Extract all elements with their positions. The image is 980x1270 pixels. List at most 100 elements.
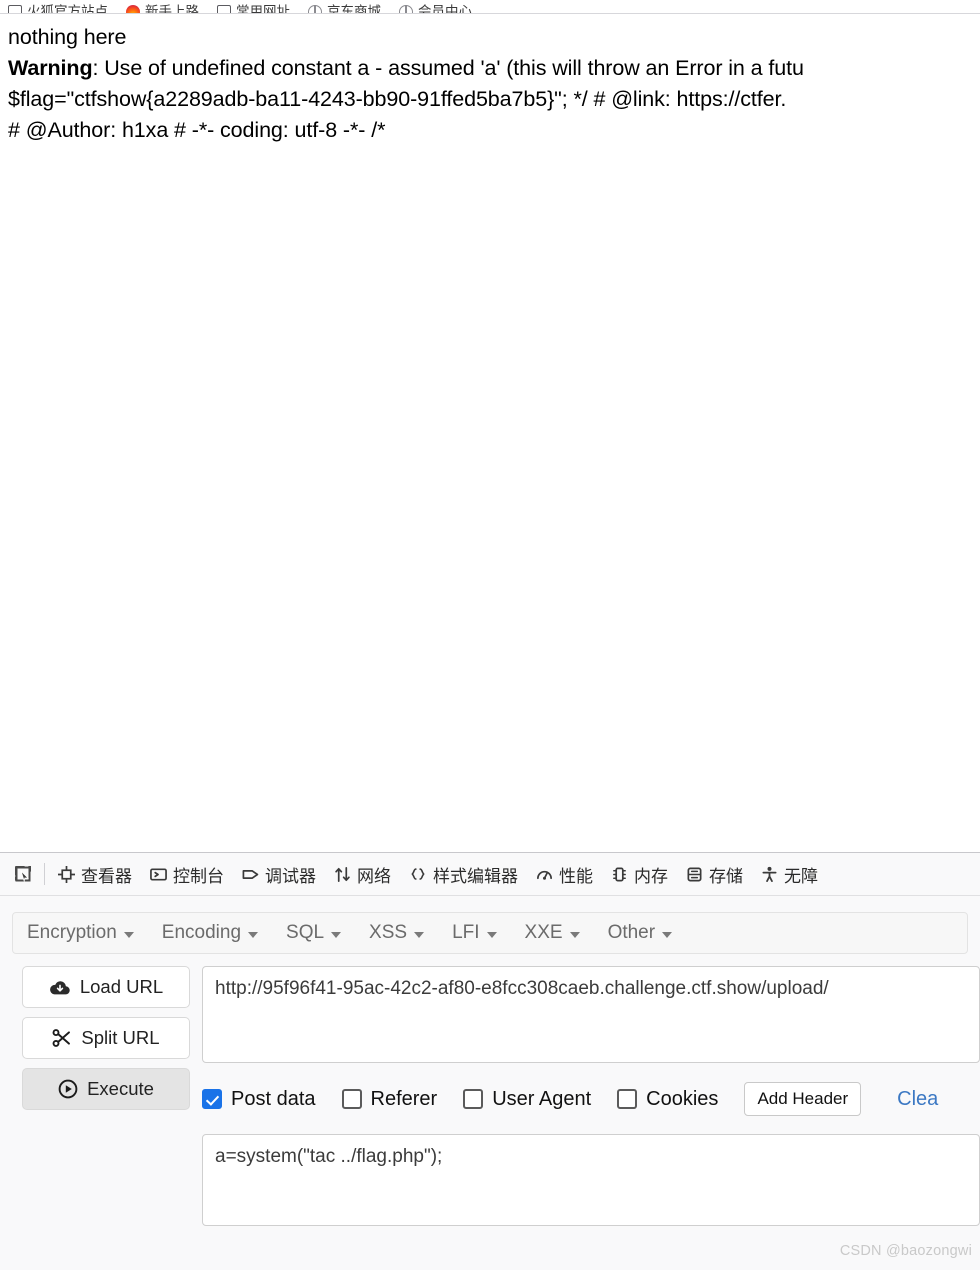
tab-storage[interactable]: 存储: [677, 857, 752, 891]
menu-label: Encryption: [27, 922, 117, 943]
bookmark-item[interactable]: 新手上路: [126, 4, 199, 14]
tab-network[interactable]: 网络: [325, 857, 400, 891]
tab-style-editor[interactable]: 样式编辑器: [400, 857, 527, 891]
hackbar-options-row: Post data Referer User Agent Cookies Add…: [202, 1082, 980, 1116]
firefox-icon: [126, 5, 140, 13]
accessibility-icon: [762, 866, 777, 882]
output-line-warning: Warning: Use of undefined constant a - a…: [8, 53, 980, 84]
page-content: nothing here Warning: Use of undefined c…: [0, 14, 980, 852]
bookmark-label: 常用网址: [236, 4, 290, 14]
chevron-down-icon: [486, 932, 497, 938]
split-url-button[interactable]: Split URL: [22, 1017, 190, 1059]
warning-text: : Use of undefined constant a - assumed …: [92, 56, 804, 80]
output-line-author: # @Author: h1xa # -*- coding: utf-8 -*- …: [8, 118, 386, 142]
menu-lfi[interactable]: LFI: [452, 922, 497, 944]
menu-other[interactable]: Other: [608, 922, 673, 944]
tab-debugger[interactable]: 调试器: [233, 857, 325, 891]
tab-inspector[interactable]: 查看器: [49, 857, 141, 891]
checkbox-label: Cookies: [646, 1087, 719, 1110]
button-label: Split URL: [81, 1027, 160, 1048]
memory-icon: [613, 867, 626, 881]
hackbar-actions: Load URL Split URL Execute: [22, 966, 190, 1226]
tab-label: 无障: [784, 866, 818, 886]
hackbar-fields: http://95f96f41-95ac-42c2-af80-e8fcc308c…: [190, 966, 980, 1226]
checkbox-icon: [617, 1089, 638, 1109]
referer-checkbox[interactable]: Referer: [341, 1087, 438, 1111]
menu-sql[interactable]: SQL: [286, 922, 342, 944]
checkbox-icon: [202, 1089, 222, 1109]
toolbar-divider: [44, 863, 45, 885]
clear-all-link[interactable]: Clea: [897, 1088, 938, 1111]
chevron-down-icon: [662, 932, 673, 938]
menu-encryption[interactable]: Encryption: [27, 922, 134, 944]
debugger-icon: [242, 869, 259, 879]
hackbar: Encryption Encoding SQL XSS LFI XXE Othe…: [0, 896, 980, 1226]
menu-xss[interactable]: XSS: [369, 922, 425, 944]
menu-label: XSS: [369, 922, 408, 943]
menu-label: Encoding: [161, 922, 242, 943]
network-icon: [335, 866, 350, 882]
tab-label: 内存: [634, 866, 668, 886]
tab-label: 存储: [709, 866, 743, 886]
tab-accessibility[interactable]: 无障: [752, 857, 827, 891]
inspector-icon: [58, 865, 75, 883]
bookmarks-bar: 火狐官方站点 新手上路 常用网址 京东商城 会员中心: [0, 0, 980, 14]
hackbar-menubar: Encryption Encoding SQL XSS LFI XXE Othe…: [12, 912, 968, 954]
tab-label: 查看器: [81, 866, 132, 886]
button-label: Load URL: [79, 976, 164, 997]
url-input[interactable]: http://95f96f41-95ac-42c2-af80-e8fcc308c…: [202, 966, 980, 1063]
output-line-nothing-here: nothing here: [8, 25, 127, 49]
play-circle-icon: [58, 1079, 78, 1099]
menu-label: XXE: [524, 922, 563, 943]
bookmark-label: 火狐官方站点: [27, 4, 108, 14]
cookies-checkbox[interactable]: Cookies: [617, 1088, 718, 1111]
bookmark-item[interactable]: 京东商城: [308, 4, 381, 14]
bookmark-label: 京东商城: [327, 4, 381, 14]
add-header-button[interactable]: Add Header: [744, 1082, 862, 1116]
execute-button[interactable]: Execute: [22, 1068, 190, 1110]
chevron-down-icon: [331, 932, 342, 938]
checkbox-icon: [341, 1089, 362, 1109]
checkbox-label: Post data: [231, 1087, 316, 1110]
devtools-panel: 查看器 控制台 调试器 网络 样式编辑器 性能 内存 存储 无障 Encrypt…: [0, 852, 980, 1270]
bookmark-label: 新手上路: [145, 4, 199, 14]
chevron-down-icon: [123, 932, 134, 938]
checkbox-label: User Agent: [492, 1087, 592, 1110]
bookmark-item[interactable]: 会员中心: [399, 5, 472, 13]
folder-icon: [8, 5, 22, 13]
watermark: CSDN @baozongwi: [839, 1243, 972, 1259]
devtools-toolbar: 查看器 控制台 调试器 网络 样式编辑器 性能 内存 存储 无障: [0, 853, 980, 896]
button-label: Execute: [87, 1078, 154, 1099]
menu-encoding[interactable]: Encoding: [161, 922, 259, 944]
storage-icon: [687, 867, 702, 881]
console-icon: [150, 867, 167, 881]
checkbox-label: Referer: [370, 1087, 438, 1110]
chevron-down-icon: [414, 932, 425, 938]
warning-label: Warning: [8, 56, 93, 80]
menu-label: LFI: [452, 922, 480, 943]
user-agent-checkbox[interactable]: User Agent: [463, 1088, 591, 1111]
globe-icon: [399, 5, 413, 13]
tab-label: 性能: [559, 866, 593, 886]
tab-performance[interactable]: 性能: [527, 857, 602, 891]
tab-label: 控制台: [173, 866, 224, 886]
element-picker-icon[interactable]: [6, 857, 40, 891]
checkbox-icon: [463, 1089, 484, 1109]
output-line-flag: $flag="ctfshow{a2289adb-ba11-4243-bb90-9…: [8, 87, 787, 111]
bookmark-item[interactable]: 火狐官方站点: [8, 4, 108, 14]
cloud-download-icon: [49, 980, 70, 994]
chevron-down-icon: [248, 932, 259, 938]
folder-icon: [217, 5, 231, 13]
tab-label: 样式编辑器: [433, 866, 518, 886]
menu-xxe[interactable]: XXE: [525, 922, 580, 944]
post-data-checkbox[interactable]: Post data: [202, 1088, 316, 1111]
globe-icon: [308, 5, 322, 13]
bookmark-item[interactable]: 常用网址: [217, 4, 290, 14]
post-data-input[interactable]: a=system("tac ../flag.php");: [202, 1134, 980, 1226]
load-url-button[interactable]: Load URL: [22, 966, 190, 1008]
tab-label: 调试器: [265, 866, 316, 886]
tab-memory[interactable]: 内存: [602, 857, 677, 891]
tab-console[interactable]: 控制台: [141, 857, 233, 891]
style-editor-icon: [411, 867, 425, 880]
tab-label: 网络: [357, 866, 391, 886]
